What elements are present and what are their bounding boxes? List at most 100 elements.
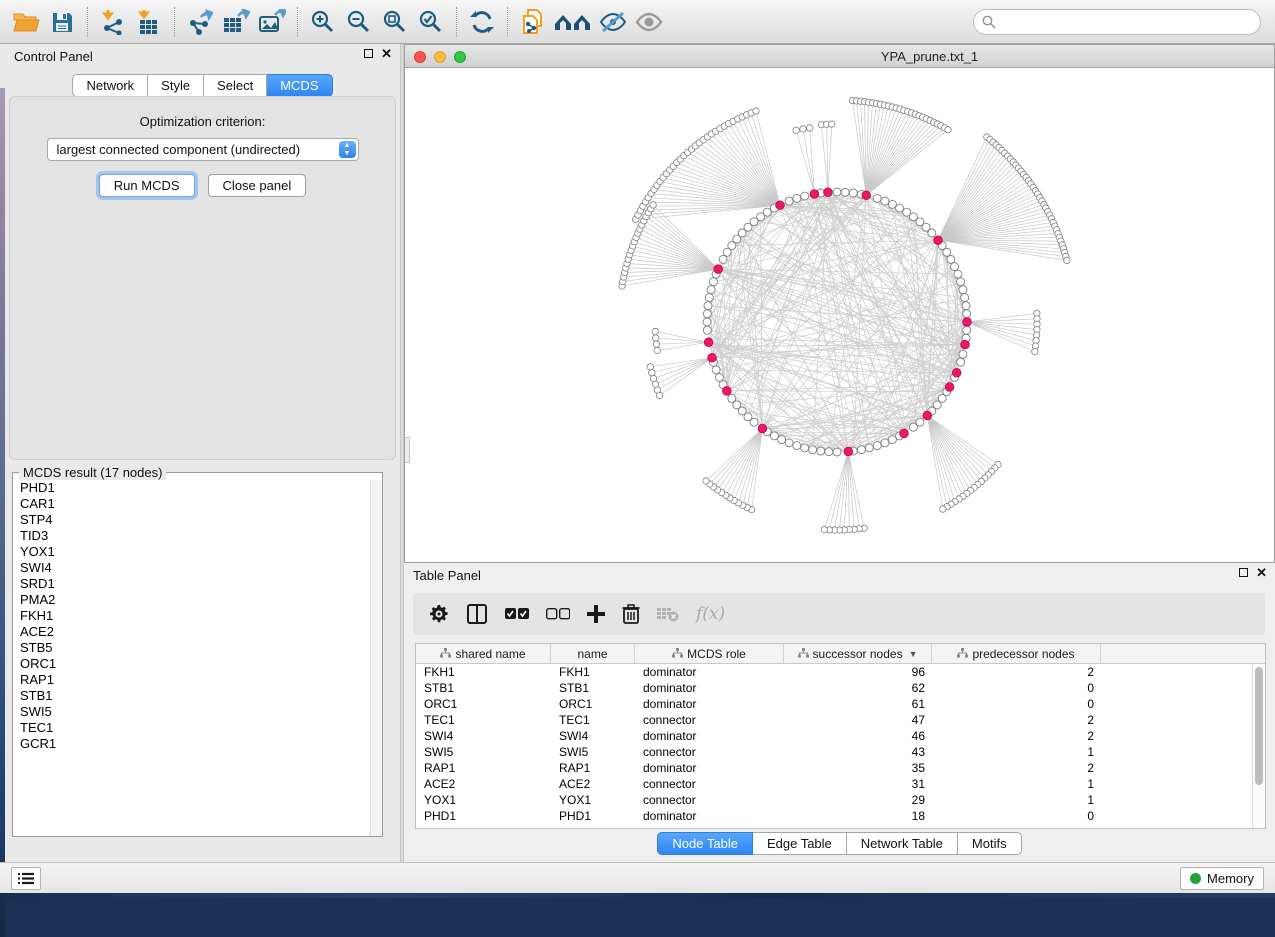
table-cell[interactable]: 1 (932, 744, 1101, 760)
close-panel-icon[interactable]: ✕ (381, 49, 392, 58)
table-cell[interactable]: SWI4 (551, 728, 635, 744)
table-cell[interactable]: ORC1 (551, 696, 635, 712)
mcds-result-item[interactable]: PMA2 (13, 592, 370, 608)
sort-chevron-icon[interactable]: ▼ (909, 649, 918, 659)
table-cell[interactable]: STB1 (416, 680, 551, 696)
mcds-result-item[interactable]: SWI5 (13, 704, 370, 720)
mcds-list-scrollbar[interactable] (370, 480, 382, 836)
mcds-result-item[interactable]: SWI4 (13, 560, 370, 576)
close-panel-icon[interactable]: ✕ (1256, 568, 1267, 577)
network-canvas[interactable] (405, 68, 1274, 562)
table-cell[interactable]: SWI5 (416, 744, 551, 760)
table-cell[interactable]: 2 (932, 664, 1101, 680)
column-header[interactable]: name (551, 644, 635, 663)
table-cell[interactable]: STB1 (551, 680, 635, 696)
table-row[interactable]: SWI4SWI4dominator462 (416, 728, 1265, 744)
table-cell[interactable]: ACE2 (551, 776, 635, 792)
delete-table-button[interactable] (657, 606, 679, 622)
table-row[interactable]: RAP1RAP1dominator352 (416, 760, 1265, 776)
table-cell[interactable]: 1 (932, 776, 1101, 792)
table-row[interactable]: SWI5SWI5connector431 (416, 744, 1265, 760)
tab-motifs[interactable]: Motifs (958, 832, 1022, 855)
table-cell[interactable]: dominator (635, 680, 784, 696)
table-cell[interactable]: TEC1 (416, 712, 551, 728)
mcds-result-item[interactable]: SRD1 (13, 576, 370, 592)
close-panel-button[interactable]: Close panel (208, 174, 307, 197)
mcds-result-item[interactable]: FKH1 (13, 608, 370, 624)
table-row[interactable]: ORC1ORC1dominator610 (416, 696, 1265, 712)
refresh-button[interactable] (464, 4, 500, 40)
memory-button[interactable]: Memory (1180, 867, 1264, 890)
mcds-result-item[interactable]: STP4 (13, 512, 370, 528)
table-cell[interactable]: connector (635, 776, 784, 792)
mcds-result-list[interactable]: PHD1CAR1STP4TID3YOX1SWI4SRD1PMA2FKH1ACE2… (13, 480, 370, 836)
table-cell[interactable]: YOX1 (416, 792, 551, 808)
unselect-all-columns-button[interactable] (546, 608, 570, 620)
table-cell[interactable]: dominator (635, 808, 784, 824)
table-row[interactable]: STB1STB1dominator620 (416, 680, 1265, 696)
table-cell[interactable]: PHD1 (416, 808, 551, 824)
table-cell[interactable]: 96 (784, 664, 932, 680)
table-cell[interactable]: connector (635, 744, 784, 760)
column-header[interactable]: predecessor nodes (932, 644, 1101, 663)
network-window-titlebar[interactable]: YPA_prune.txt_1 (405, 45, 1274, 68)
mcds-result-item[interactable]: STB5 (13, 640, 370, 656)
table-row[interactable]: ACE2ACE2connector311 (416, 776, 1265, 792)
table-cell[interactable]: 31 (784, 776, 932, 792)
table-cell[interactable]: FKH1 (416, 664, 551, 680)
select-all-columns-button[interactable] (505, 608, 529, 620)
table-cell[interactable]: 2 (932, 760, 1101, 776)
table-row[interactable]: YOX1YOX1connector291 (416, 792, 1265, 808)
float-panel-icon[interactable] (364, 49, 373, 58)
mcds-result-item[interactable]: RAP1 (13, 672, 370, 688)
zoom-fit-button[interactable] (377, 4, 413, 40)
table-cell[interactable]: 35 (784, 760, 932, 776)
table-cell[interactable]: SWI4 (416, 728, 551, 744)
hide-selected-button[interactable] (595, 4, 631, 40)
table-cell[interactable]: PHD1 (551, 808, 635, 824)
search-input[interactable] (973, 9, 1261, 35)
mcds-result-item[interactable]: ORC1 (13, 656, 370, 672)
mcds-result-item[interactable]: TID3 (13, 528, 370, 544)
table-settings-button[interactable] (429, 604, 449, 624)
save-button[interactable] (44, 4, 80, 40)
table-cell[interactable]: ORC1 (416, 696, 551, 712)
table-cell[interactable]: 2 (932, 728, 1101, 744)
float-panel-icon[interactable] (1239, 568, 1248, 577)
column-header[interactable]: successor nodes▼ (784, 644, 932, 663)
table-cell[interactable]: SWI5 (551, 744, 635, 760)
table-cell[interactable]: dominator (635, 760, 784, 776)
tab-network-table[interactable]: Network Table (847, 832, 958, 855)
export-image-button[interactable] (254, 4, 290, 40)
import-network-button[interactable] (95, 4, 131, 40)
table-cell[interactable]: 1 (932, 792, 1101, 808)
mcds-result-item[interactable]: STB1 (13, 688, 370, 704)
window-close-icon[interactable] (414, 51, 426, 63)
mcds-result-item[interactable]: GCR1 (13, 736, 370, 752)
tab-edge-table[interactable]: Edge Table (753, 832, 847, 855)
table-cell[interactable]: 0 (932, 680, 1101, 696)
window-minimize-icon[interactable] (434, 51, 446, 63)
table-cell[interactable]: 61 (784, 696, 932, 712)
show-all-button[interactable] (631, 4, 667, 40)
create-column-button[interactable] (587, 605, 605, 623)
tab-style[interactable]: Style (148, 74, 204, 97)
table-cell[interactable]: 46 (784, 728, 932, 744)
table-cell[interactable]: 43 (784, 744, 932, 760)
table-cell[interactable]: TEC1 (551, 712, 635, 728)
function-builder-button[interactable]: f(x) (696, 604, 725, 624)
column-header[interactable]: shared name (416, 644, 551, 663)
table-cell[interactable]: connector (635, 712, 784, 728)
column-header[interactable]: MCDS role (635, 644, 784, 663)
export-table-button[interactable] (218, 4, 254, 40)
tab-network[interactable]: Network (72, 74, 148, 97)
mcds-result-item[interactable]: PHD1 (13, 480, 370, 496)
table-cell[interactable]: dominator (635, 728, 784, 744)
window-maximize-icon[interactable] (454, 51, 466, 63)
optimization-criterion-select[interactable]: largest connected component (undirected)… (47, 138, 359, 161)
table-cell[interactable]: 47 (784, 712, 932, 728)
table-cell[interactable]: 2 (932, 712, 1101, 728)
table-cell[interactable]: 0 (932, 808, 1101, 824)
table-row[interactable]: PHD1PHD1dominator180 (416, 808, 1265, 824)
tab-node-table[interactable]: Node Table (657, 832, 753, 855)
